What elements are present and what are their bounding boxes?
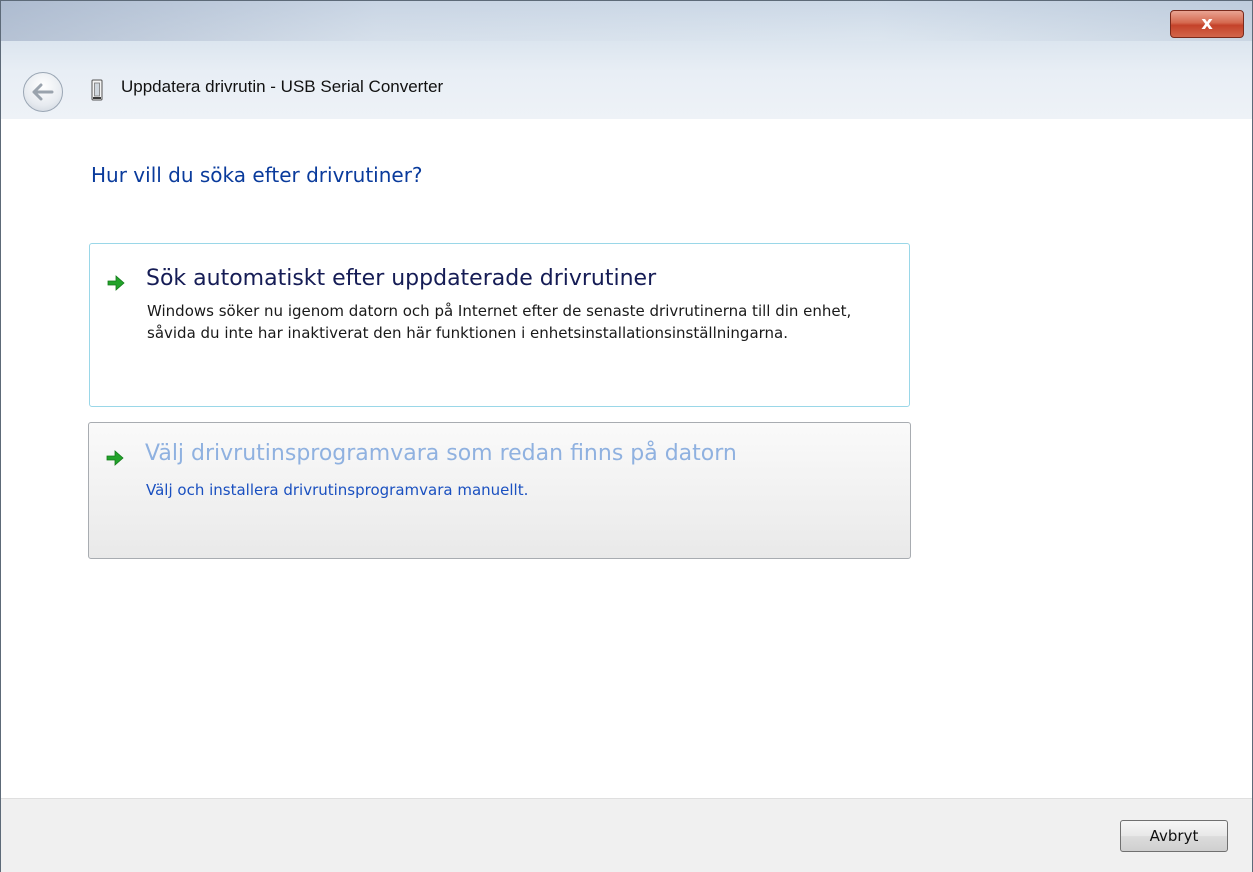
update-driver-window: x Uppdatera drivrutin - USB Serial Conve…	[0, 0, 1253, 872]
page-heading: Hur vill du söka efter drivrutiner?	[91, 163, 423, 187]
usb-device-icon	[91, 79, 103, 101]
back-arrow-icon	[32, 83, 54, 101]
title-bar: x Uppdatera drivrutin - USB Serial Conve…	[1, 1, 1252, 119]
option-description: Välj och installera drivrutinsprogramvar…	[146, 481, 529, 499]
green-arrow-icon	[106, 450, 124, 466]
option-browse-computer[interactable]: Välj drivrutinsprogramvara som redan fin…	[88, 422, 911, 559]
option-search-automatically[interactable]: Sök automatiskt efter uppdaterade drivru…	[89, 243, 910, 407]
wizard-content: Hur vill du söka efter drivrutiner? Sök …	[1, 119, 1252, 799]
back-button[interactable]	[23, 72, 63, 112]
option-description: Windows söker nu igenom datorn och på In…	[147, 302, 852, 342]
window-title: Uppdatera drivrutin - USB Serial Convert…	[121, 77, 444, 96]
option-title: Välj drivrutinsprogramvara som redan fin…	[145, 441, 737, 466]
title-bar-background	[1, 1, 1252, 41]
close-button[interactable]: x	[1170, 10, 1244, 38]
cancel-button[interactable]: Avbryt	[1120, 820, 1228, 852]
option-title: Sök automatiskt efter uppdaterade drivru…	[146, 266, 657, 291]
green-arrow-icon	[107, 275, 125, 291]
wizard-footer: Avbryt	[1, 798, 1252, 872]
